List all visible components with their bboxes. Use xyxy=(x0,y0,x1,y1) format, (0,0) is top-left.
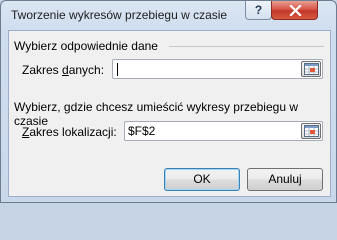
close-icon xyxy=(289,5,302,16)
dialog-title: Tworzenie wykresów przebiegu w czasie xyxy=(11,8,228,22)
location-range-field[interactable] xyxy=(124,121,323,141)
data-range-label: Zakres danych: xyxy=(22,63,105,77)
location-range-select-button[interactable] xyxy=(301,123,321,139)
data-range-field[interactable] xyxy=(112,59,323,79)
location-range-label: Zakres lokalizacji: xyxy=(22,125,117,139)
close-button[interactable] xyxy=(271,1,318,20)
ok-button[interactable]: OK xyxy=(164,168,240,191)
range-select-icon xyxy=(304,125,319,137)
data-range-select-button[interactable] xyxy=(301,61,321,77)
cancel-button[interactable]: Anuluj xyxy=(247,168,323,191)
data-range-input[interactable] xyxy=(116,61,295,77)
sparkline-dialog: Tworzenie wykresów przebiegu w czasie ? … xyxy=(0,0,337,203)
group-divider xyxy=(169,46,324,47)
dialog-body: Wybierz odpowiednie dane Zakres danych: … xyxy=(8,30,331,197)
title-bar[interactable]: Tworzenie wykresów przebiegu w czasie ? xyxy=(1,1,336,29)
range-select-icon xyxy=(304,63,319,75)
location-range-input[interactable] xyxy=(128,123,295,139)
help-button[interactable]: ? xyxy=(245,1,272,20)
data-group-heading: Wybierz odpowiednie dane xyxy=(14,39,158,53)
